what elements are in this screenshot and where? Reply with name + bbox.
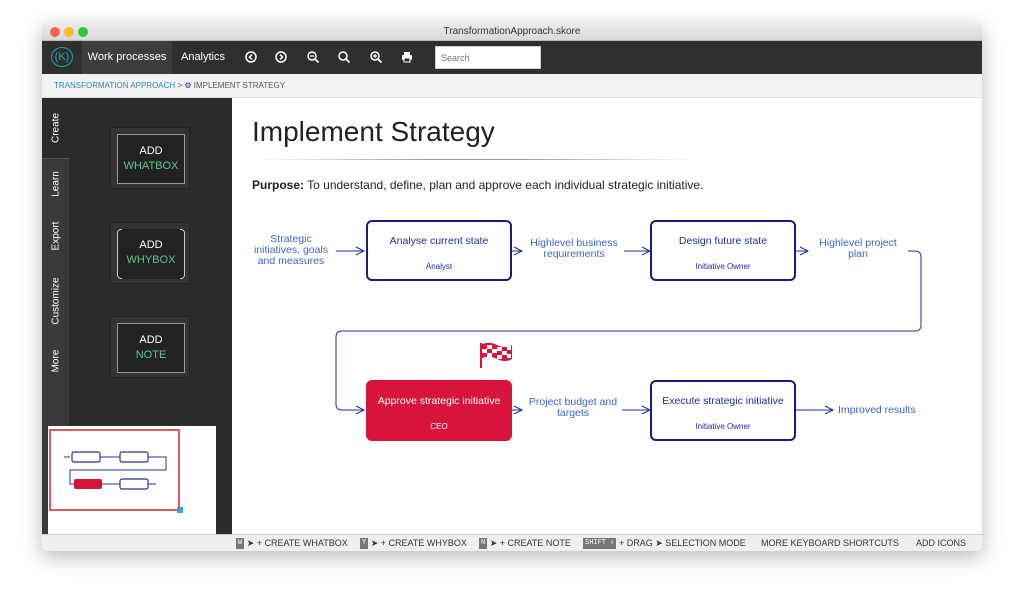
- input-strategic-initiatives[interactable]: Strategic initiatives, goals and measure…: [246, 234, 336, 267]
- breadcrumb: TRANSFORMATION APPROACH > ⚙ IMPLEMENT ST…: [42, 74, 982, 98]
- output-highlevel-business-requirements[interactable]: Highlevel business requirements: [528, 238, 620, 260]
- output-improved-results[interactable]: Improved results: [838, 405, 922, 416]
- shortcut-create-whatbox[interactable]: W ➤ + CREATE WHATBOX: [236, 535, 348, 551]
- add-note-button[interactable]: ADD NOTE: [110, 316, 190, 378]
- add-whatbox-label: ADD WHATBOX: [117, 134, 185, 184]
- left-bracket-icon: [117, 229, 122, 279]
- tab-learn[interactable]: Learn: [42, 158, 69, 208]
- more-shortcuts-button[interactable]: MORE KEYBOARD SHORTCUTS: [761, 535, 899, 551]
- app-logo[interactable]: (K): [51, 47, 73, 67]
- shortcut-create-whybox[interactable]: Y ➤ + CREATE WHYBOX: [360, 535, 467, 551]
- search-input[interactable]: [435, 46, 541, 69]
- process-canvas[interactable]: Implement Strategy Purpose: To understan…: [232, 98, 982, 534]
- breadcrumb-current: IMPLEMENT STRATEGY: [193, 81, 286, 90]
- menu-work-processes[interactable]: Work processes: [82, 41, 172, 74]
- minimize-window-button[interactable]: [64, 27, 74, 37]
- main-toolbar: (K) Work processes Analytics: [42, 41, 982, 74]
- breadcrumb-root-link[interactable]: TRANSFORMATION APPROACH: [54, 81, 175, 90]
- whatbox-design-future-state[interactable]: Design future state Initiative Owner: [650, 220, 796, 281]
- shortcut-bar: W ➤ + CREATE WHATBOX Y ➤ + CREATE WHYBOX…: [42, 534, 982, 551]
- print-icon[interactable]: [400, 50, 414, 64]
- zoom-reset-icon[interactable]: [337, 50, 351, 64]
- breadcrumb-separator: >: [177, 81, 183, 90]
- output-highlevel-project-plan[interactable]: Highlevel project plan: [814, 238, 902, 260]
- output-project-budget-targets[interactable]: Project budget and targets: [526, 397, 620, 419]
- whatbox-execute-strategic-initiative[interactable]: Execute strategic initiative Initiative …: [650, 380, 796, 441]
- flow-connectors: [335, 246, 922, 415]
- tab-more[interactable]: More: [42, 338, 69, 383]
- zoom-in-icon[interactable]: [369, 50, 383, 64]
- title-bar: TransformationApproach.skore: [42, 23, 982, 41]
- tab-create[interactable]: Create: [42, 98, 69, 158]
- sidebar: Create Learn Export Customize More ADD WH…: [42, 98, 232, 534]
- minimap[interactable]: [48, 426, 216, 534]
- add-note-label: ADD NOTE: [117, 323, 185, 373]
- add-whybox-label: ADD WHYBOX: [117, 229, 185, 279]
- add-whatbox-button[interactable]: ADD WHATBOX: [110, 127, 190, 189]
- app-window: TransformationApproach.skore (K) Work pr…: [42, 23, 982, 551]
- checkered-flag-icon: [478, 341, 514, 374]
- whatbox-approve-strategic-initiative[interactable]: Approve strategic initiative CEO: [366, 380, 512, 441]
- shortcut-selection-mode[interactable]: SHIFT ⇧ + DRAG ➤ SELECTION MODE: [583, 535, 746, 551]
- zoom-out-icon[interactable]: [306, 50, 320, 64]
- tab-export[interactable]: Export: [42, 208, 69, 263]
- arrow-right-icon[interactable]: [274, 50, 288, 64]
- arrow-left-icon[interactable]: [244, 50, 258, 64]
- right-bracket-icon: [180, 229, 185, 279]
- maximize-window-button[interactable]: [78, 27, 88, 37]
- process-icon: ⚙: [184, 81, 192, 90]
- shortcut-create-note[interactable]: N ➤ + CREATE NOTE: [479, 535, 571, 551]
- close-window-button[interactable]: [50, 27, 60, 37]
- window-title: TransformationApproach.skore: [443, 26, 581, 37]
- add-whybox-button[interactable]: ADD WHYBOX: [110, 222, 190, 284]
- add-icons-button[interactable]: ADD ICONS: [916, 535, 966, 551]
- tab-customize[interactable]: Customize: [42, 263, 69, 338]
- whatbox-analyse-current-state[interactable]: Analyse current state Analyst: [366, 220, 512, 281]
- menu-analytics[interactable]: Analytics: [177, 41, 229, 74]
